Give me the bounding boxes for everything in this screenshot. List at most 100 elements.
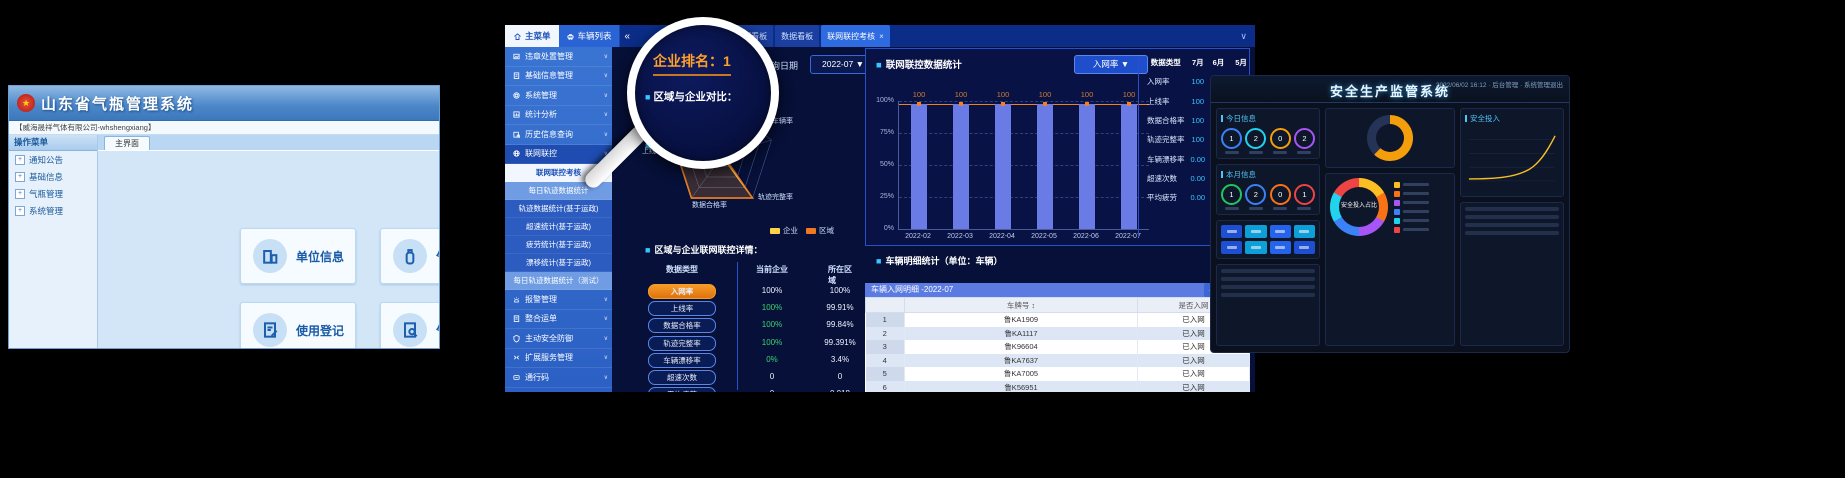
col-region: 所在区域 xyxy=(828,264,852,286)
region-value: 99.84% xyxy=(826,320,853,329)
tab-联网联控考核[interactable]: 联网联控考核× xyxy=(821,25,890,47)
sidebar-item-违章处置管理[interactable]: 违章处置管理∨ xyxy=(505,47,612,67)
card-label: 使用登记 xyxy=(296,322,344,339)
col-plate[interactable]: 车牌号 ↕ xyxy=(905,298,1138,313)
bar-value-label: 100 xyxy=(1081,90,1094,99)
card-使用登记[interactable]: 使用登记 xyxy=(240,302,356,349)
submenu-item-每日轨迹数据统计（测试）[interactable]: 每日轨迹数据统计（测试） xyxy=(505,272,612,290)
left-titlebar: ★ 山东省气瓶管理系统 xyxy=(9,86,439,121)
stat-tile[interactable] xyxy=(1221,241,1242,254)
sidebar-item-label: 主动安全防御 xyxy=(525,333,600,344)
chevron-down-icon: ∨ xyxy=(604,131,608,138)
inspection-icon xyxy=(393,313,427,347)
tab-main-menu[interactable]: 主菜单 xyxy=(505,25,559,47)
list-row-bar xyxy=(1465,231,1559,235)
ring-label-bar xyxy=(1225,207,1239,210)
sidebar-item-历史信息查询[interactable]: 历史信息查询∨ xyxy=(505,125,612,145)
tab-数据看板[interactable]: 数据看板 xyxy=(775,25,819,47)
table-row[interactable]: 1鲁KA1909已入网 xyxy=(866,313,1250,327)
stat-tile[interactable] xyxy=(1270,225,1291,238)
sidebar-item-统计分析[interactable]: 统计分析∨ xyxy=(505,106,612,126)
magnified-compare-label: ■区域与企业对比： xyxy=(645,89,737,104)
stat-tile[interactable] xyxy=(1245,225,1266,238)
sidebar-item-资料库[interactable]: 资料库∨ xyxy=(505,388,612,393)
sidebar-item-通知公告[interactable]: +通知公告 xyxy=(9,151,97,168)
invest-donut-label: 安全投入占比 xyxy=(1330,178,1388,236)
legend-label: 企业 xyxy=(783,225,798,236)
sidebar-item-通行码[interactable]: 通行码∨ xyxy=(505,368,612,388)
stat-tile[interactable] xyxy=(1270,241,1291,254)
table-row[interactable]: 5鲁KA7005已入网 xyxy=(866,367,1250,381)
close-icon[interactable]: × xyxy=(879,32,884,41)
dashboard-header-info[interactable]: 2022/06/02 16:12 · 后台管理 · 系统管理退出 xyxy=(1436,79,1563,89)
metric-pill-车辆漂移率[interactable]: 车辆漂移率 xyxy=(648,353,716,368)
stat-tile[interactable] xyxy=(1294,225,1315,238)
sidebar-item-联网联控[interactable]: 联网联控∨ xyxy=(505,145,612,165)
submenu-item-轨迹数据统计(基于运政)[interactable]: 轨迹数据统计(基于运政) xyxy=(505,200,612,218)
tab-main-view[interactable]: 主界面 xyxy=(104,136,150,150)
building-icon xyxy=(253,239,287,273)
list-row-bar xyxy=(1221,293,1315,297)
submenu-item-漂移统计(基于运政)[interactable]: 漂移统计(基于运政) xyxy=(505,254,612,272)
left-tabstrip: 主界面 xyxy=(98,135,439,151)
ring-value: 2 xyxy=(1245,128,1266,149)
row-seq: 6 xyxy=(866,381,905,393)
sidebar-item-气瓶管理[interactable]: +气瓶管理 xyxy=(9,185,97,202)
sidebar-item-系统管理[interactable]: 系统管理∨ xyxy=(505,86,612,106)
section-bullet-icon: ■ xyxy=(876,60,882,71)
stat-tile[interactable] xyxy=(1294,241,1315,254)
stat-tile[interactable] xyxy=(1221,225,1242,238)
expand-plus-icon[interactable]: + xyxy=(15,189,25,199)
list-row-bar xyxy=(1221,277,1315,281)
stat-tile[interactable] xyxy=(1245,241,1266,254)
sidebar-item-主动安全防御[interactable]: 主动安全防御 ∨ xyxy=(505,329,612,349)
sidebar-item-整合运单[interactable]: 整合运单∨ xyxy=(505,310,612,330)
expand-plus-icon[interactable]: + xyxy=(15,155,25,165)
building-icon xyxy=(260,246,280,266)
legend-label-bar xyxy=(1403,210,1429,213)
metric-pill-上线率[interactable]: 上线率 xyxy=(648,301,716,316)
card-单位信息[interactable]: 单位信息 xyxy=(240,228,356,284)
detail-table: 数据类型 当前企业 所在区域 入网率100%100%上线率100%99.91%数… xyxy=(632,240,864,392)
card-气瓶报检[interactable]: 气瓶报检 xyxy=(380,302,440,349)
chevron-down-icon: ∨ xyxy=(604,335,608,342)
monthly-col-数据类型: 数据类型 xyxy=(1144,53,1188,72)
table-row[interactable]: 6鲁K56951已入网 xyxy=(866,381,1250,393)
sidebar-item-基础信息[interactable]: +基础信息 xyxy=(9,168,97,185)
vehicle-panel: ■车辆明细统计（单位：车辆） 车辆入网明细 -2022-07 导出数据 车牌号 … xyxy=(865,270,1250,392)
row-label: 平均疲劳 xyxy=(1144,188,1188,207)
table-row[interactable]: 3鲁K96604已入网 xyxy=(866,340,1250,354)
submenu-item-疲劳统计(基于运政)[interactable]: 疲劳统计(基于运政) xyxy=(505,236,612,254)
metric-pill-轨迹完整率[interactable]: 轨迹完整率 xyxy=(648,336,716,351)
card-气瓶管理[interactable]: 气瓶管理 xyxy=(380,228,440,284)
metric-dropdown[interactable]: 入网率 ▼ xyxy=(1074,55,1148,74)
metric-pill-平均疲劳[interactable]: 平均疲劳 xyxy=(648,387,716,392)
submenu-item-超速统计(基于运政)[interactable]: 超速统计(基于运政) xyxy=(505,218,612,236)
sidebar-collapse-icon[interactable]: « xyxy=(620,25,636,47)
legend-swatch xyxy=(1394,227,1400,233)
metric-pill-入网率[interactable]: 入网率 xyxy=(648,284,716,299)
table-row[interactable]: 4鲁KA7637已入网 xyxy=(866,354,1250,368)
sidebar-item-基础信息管理[interactable]: 基础信息管理∨ xyxy=(505,67,612,87)
sidebar-item-系统管理[interactable]: +系统管理 xyxy=(9,202,97,219)
vehicle-table: 车牌号 ↕ 是否入网 1鲁KA1909已入网2鲁KA1117已入网3鲁K9660… xyxy=(865,297,1250,392)
ring-value: 2 xyxy=(1245,184,1266,205)
dashboard-header: 安全生产监管系统 2022/06/02 16:12 · 后台管理 · 系统管理退… xyxy=(1211,76,1569,103)
chevron-down-icon[interactable]: ∨ xyxy=(1232,25,1255,47)
sidebar-item-扩展服务管理[interactable]: 扩展服务管理∨ xyxy=(505,349,612,369)
expand-plus-icon[interactable]: + xyxy=(15,206,25,216)
left-menu-header: 操作菜单 xyxy=(9,135,97,151)
table-row[interactable]: 2鲁KA1117已入网 xyxy=(866,327,1250,341)
radar-axis-轨迹完整率: 轨迹完整率 xyxy=(758,192,793,202)
col-current-company: 当前企业 xyxy=(756,264,788,275)
expand-plus-icon[interactable]: + xyxy=(15,172,25,182)
row-label: 车辆漂移率 xyxy=(1144,150,1188,169)
metric-pill-数据合格率[interactable]: 数据合格率 xyxy=(648,318,716,333)
sidebar-item-报警管理[interactable]: 报警管理∨ xyxy=(505,290,612,310)
metric-pill-超速次数[interactable]: 超速次数 xyxy=(648,370,716,385)
bar-chart: 100100100100100100 xyxy=(898,101,1149,230)
stat-ring: 1 xyxy=(1221,128,1242,154)
stats-title: ■联网联控数据统计 xyxy=(876,57,962,71)
safety-supervision-dashboard: 安全生产监管系统 2022/06/02 16:12 · 后台管理 · 系统管理退… xyxy=(1210,75,1570,353)
tab-vehicle-list[interactable]: 车辆列表 xyxy=(559,25,620,47)
